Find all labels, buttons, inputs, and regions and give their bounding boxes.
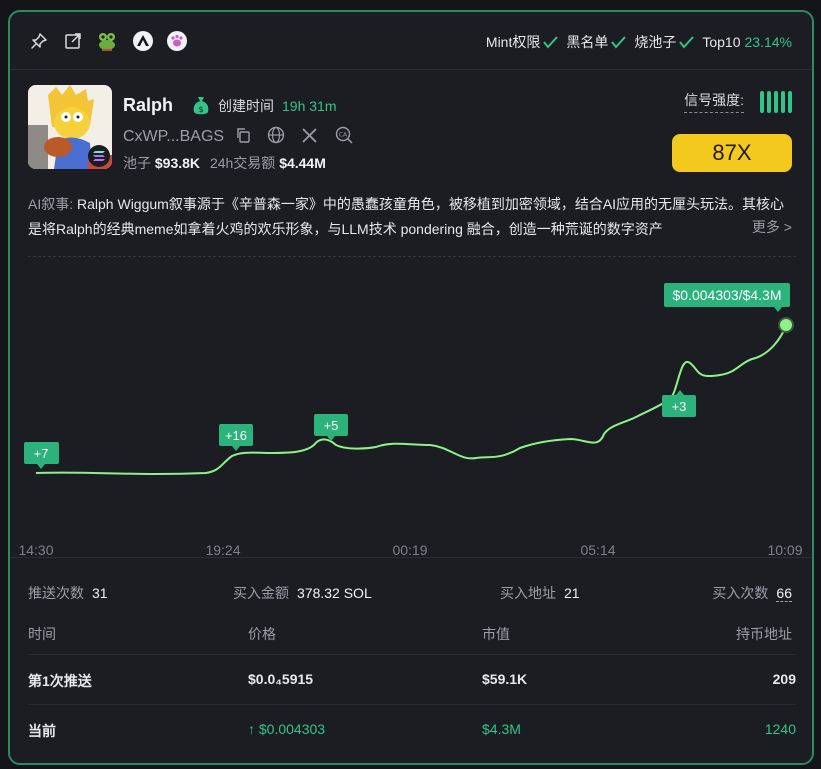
col-header-holders: 持币地址 [736, 626, 792, 642]
ca-icon[interactable]: CA [335, 126, 353, 144]
row-mcap: $4.3M [482, 721, 521, 737]
security-checks: Mint权限 黑名单 烧池子 Top10 23.14% [480, 32, 792, 52]
token-stats: 池子 $93.8K 24h交易额 $4.44M [123, 155, 326, 171]
summary-panel: 推送次数 31 买入金额 378.32 SOL 买入地址 21 买入次数 66 时间 价… [10, 557, 812, 763]
token-avatar [28, 85, 112, 169]
top10-label: Top10 [702, 34, 741, 50]
current-price-tag: $0.004303/$4.3M [664, 283, 790, 312]
check-mint: Mint权限 [486, 32, 559, 52]
pool-value: $93.8K [154, 155, 201, 171]
table-row: 第1次推送 $0.0₄5915 $59.1K 209 [28, 654, 796, 704]
row-time: 第1次推送 [28, 673, 92, 689]
created-time: $ 创建时间 19h 31m [192, 96, 336, 116]
narrative-label: AI叙事: [28, 196, 74, 212]
x-tick-label: 14:30 [18, 542, 53, 558]
created-value: 19h 31m [282, 98, 337, 114]
push-count: 推送次数 31 [28, 585, 108, 601]
svg-text:$: $ [198, 105, 203, 114]
globe-icon[interactable] [267, 126, 285, 144]
push-marker-label: +5 [324, 418, 339, 433]
created-label: 创建时间 [218, 98, 274, 114]
row-holders: 1240 [764, 721, 796, 737]
x-twitter-icon[interactable] [301, 127, 318, 144]
row-holders: 209 [772, 671, 796, 687]
top-toolbar: Mint权限 黑名单 烧池子 Top10 23.14% [10, 12, 812, 70]
push-marker-2: +16 [219, 424, 253, 451]
token-name: Ralph [123, 95, 174, 115]
check-icon [543, 36, 559, 49]
x-tick-label: 10:09 [767, 542, 802, 558]
svg-text:CA: CA [339, 132, 348, 139]
divider [28, 256, 796, 257]
col-header-mcap: 市值 [482, 626, 510, 642]
push-marker-label: +16 [225, 428, 247, 443]
x-tick-label: 19:24 [205, 542, 240, 558]
paw-icon[interactable] [166, 30, 188, 52]
current-point [778, 317, 794, 333]
money-bag-icon: $ [193, 97, 209, 115]
col-header-price: 价格 [248, 626, 276, 642]
buy-address-count: 买入地址 21 [500, 585, 580, 601]
external-link-icon[interactable] [62, 30, 84, 52]
contract-address: CxWP...BAGS CA [123, 126, 353, 146]
narrative-text: Ralph Wiggum叙事源于《辛普森一家》中的愚蠢孩童角色，被移植到加密领域… [28, 196, 785, 237]
check-icon [679, 36, 695, 49]
token-card: Mint权限 黑名单 烧池子 Top10 23.14% Ralph $ 创建时间… [8, 10, 814, 765]
push-marker-4: +3 [662, 390, 696, 417]
buy-amount: 买入金额 378.32 SOL [233, 585, 372, 601]
price-chart: +7 +16 +5 +3 $0.004303/$4.3M 14:30 19:24… [18, 283, 803, 558]
col-header-time: 时间 [28, 626, 56, 642]
x-tick-label: 05:14 [580, 542, 615, 558]
solana-badge [88, 145, 110, 167]
row-price: ↑ $0.004303 [248, 721, 326, 737]
push-marker-label: +3 [672, 399, 687, 414]
ai-narrative: AI叙事: Ralph Wiggum叙事源于《辛普森一家》中的愚蠢孩童角色，被移… [28, 192, 798, 242]
current-price-label: $0.004303/$4.3M [673, 287, 782, 303]
table-row: 当前 ↑ $0.004303 $4.3M 1240 [28, 704, 796, 754]
signal-label: 信号强度: [684, 90, 744, 113]
more-link[interactable]: 更多 > [745, 217, 792, 237]
row-time: 当前 [28, 723, 56, 739]
copy-icon[interactable] [235, 127, 251, 143]
row-mcap: $59.1K [482, 671, 528, 687]
volume-value: $4.44M [279, 155, 326, 171]
pin-icon[interactable] [28, 30, 50, 52]
signal-bars [760, 90, 792, 113]
push-marker-label: +7 [34, 446, 49, 461]
x-tick-label: 00:19 [392, 542, 427, 558]
multiplier-badge: 87X [672, 134, 792, 172]
check-blacklist: 黑名单 [566, 32, 627, 52]
buy-times[interactable]: 买入次数 66 [712, 583, 792, 603]
triangle-icon[interactable] [132, 30, 154, 52]
frog-icon[interactable] [96, 30, 118, 52]
signal-strength: 信号强度: [684, 90, 792, 113]
push-marker-1: +7 [24, 442, 59, 469]
check-burn-pool: 烧池子 [634, 32, 695, 52]
row-price: $0.0₄5915 [248, 671, 314, 687]
check-icon [611, 36, 627, 49]
push-marker-3: +5 [314, 414, 348, 441]
top10-value: 23.14% [744, 34, 792, 50]
